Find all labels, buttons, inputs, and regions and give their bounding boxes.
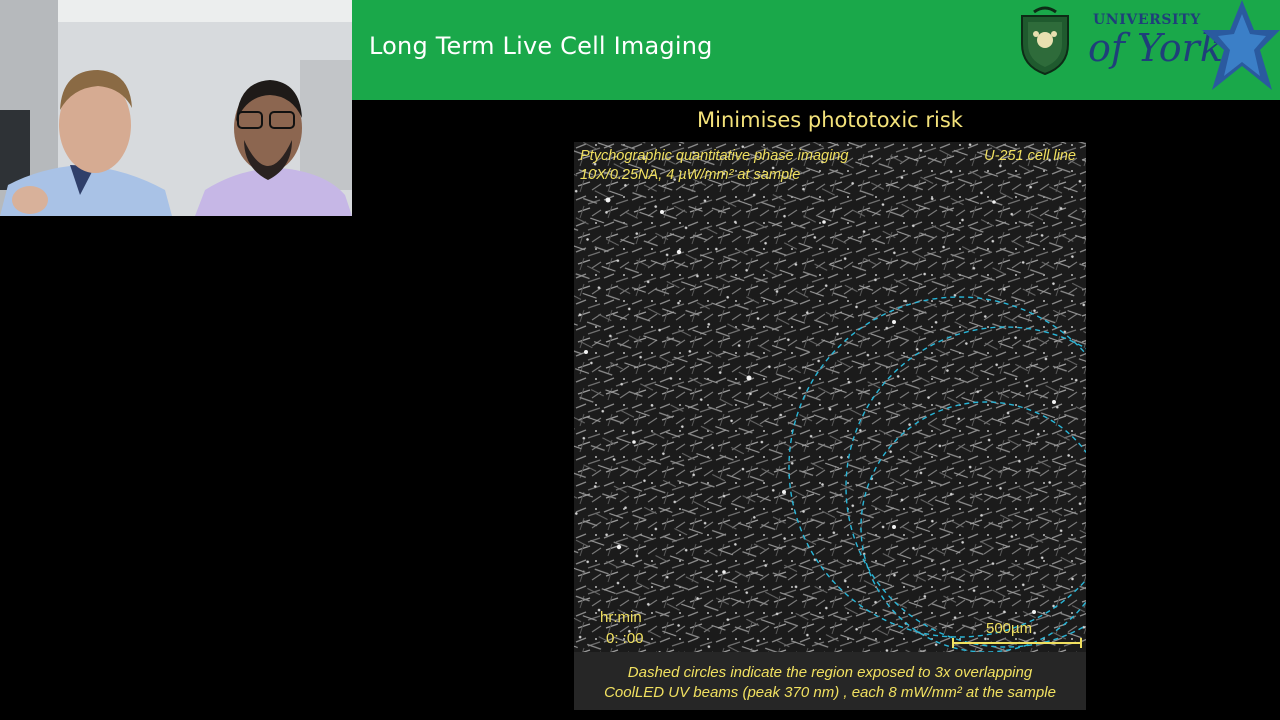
- time-unit-label: hr:min: [600, 609, 642, 626]
- scale-bar-label: 500µm: [986, 620, 1033, 637]
- scale-bar: [952, 638, 1082, 648]
- webcam-image: [0, 0, 352, 216]
- webcam-feed: [0, 0, 352, 216]
- star-logo-icon: [1202, 0, 1280, 90]
- slide-header: Long Term Live Cell Imaging UNIVERSITY o…: [352, 0, 1280, 100]
- university-crest-icon: [1021, 6, 1069, 76]
- figure-caption: Dashed circles indicate the region expos…: [574, 652, 1086, 710]
- caption-line-1: Dashed circles indicate the region expos…: [627, 664, 1033, 681]
- params-label: 10X/0.25NA, 4 µW/mm² at sample: [580, 167, 801, 183]
- caption-line-2: CoolLED UV beams (peak 370 nm) , each 8 …: [604, 684, 1056, 701]
- cell-field-image: [574, 142, 1086, 652]
- cell-line-label: U-251 cell line: [984, 148, 1076, 164]
- slide-subtitle: Minimises phototoxic risk: [697, 108, 963, 132]
- method-label: Ptychographic quantitative phase imaging: [580, 148, 849, 164]
- slide-title: Long Term Live Cell Imaging: [369, 32, 713, 60]
- microscopy-image: Ptychographic quantitative phase imaging…: [574, 142, 1086, 652]
- time-value-label: 0: :00: [606, 630, 644, 647]
